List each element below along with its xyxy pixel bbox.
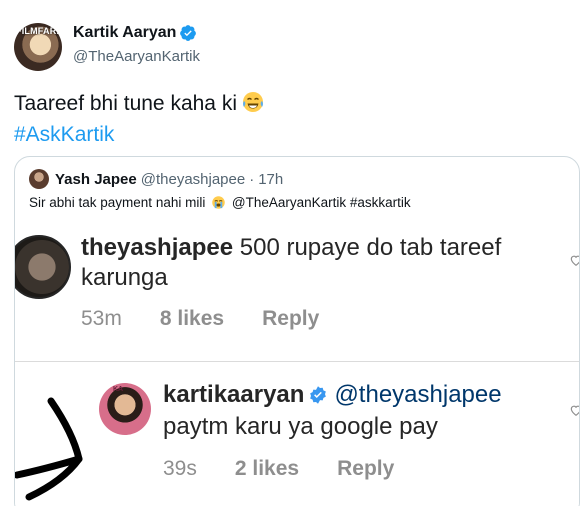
comment-2-mention: @theyashjapee [334, 381, 502, 408]
comment-2-time: 39s [163, 457, 197, 480]
instagram-verified-icon [310, 386, 327, 404]
comment-2-username: kartikaaryan [163, 381, 305, 408]
comment-2-likes: 2 likes [234, 457, 300, 480]
comment-2-meta: 39s 2 likes Reply [163, 457, 432, 481]
quoted-tweet-card[interactable]: Yash Japee @theyashjapee · 17h Sir abhi … [14, 156, 580, 506]
verified-badge-icon [180, 25, 197, 41]
quoted-text-before: Sir abhi tak payment nahi mili [29, 195, 206, 210]
comment-1-reply: Reply [262, 307, 320, 330]
commenter-avatar [15, 235, 71, 299]
author-display-name[interactable]: Kartik Aaryan [73, 24, 176, 42]
comment-2-reply: Reply [337, 457, 395, 480]
tweet-body: Taareef bhi tune kaha ki #AskKartik [14, 88, 265, 150]
hand-drawn-arrow-icon [15, 397, 83, 501]
author-avatar[interactable]: FILMFARE [14, 23, 62, 71]
loudly-crying-emoji-icon [212, 196, 225, 209]
comment-1-likes: 8 likes [159, 307, 225, 330]
quoted-tweet-header: Yash Japee @theyashjapee · 17h [29, 169, 283, 189]
kartik-instagram-avatar: KA [99, 383, 151, 435]
heart-outline-icon [570, 405, 579, 416]
author-handle[interactable]: @TheAaryanKartik [73, 48, 200, 65]
quoted-tweet-time[interactable]: 17h [258, 171, 283, 188]
comment-1-time: 53m [81, 307, 122, 330]
instagram-screenshot-image[interactable]: theyashjapee 500 rupaye do tab tareef ka… [15, 223, 579, 506]
comment-1-meta: 53m 8 likes Reply [81, 307, 357, 331]
tweet-header: FILMFARE Kartik Aaryan @TheAaryanKartik [14, 18, 574, 74]
comment-1-username: theyashjapee [81, 234, 234, 261]
comment-divider [15, 361, 579, 362]
author-name-row: Kartik Aaryan [73, 24, 197, 42]
separator-dot: · [249, 170, 255, 188]
avatar-label: KA [113, 386, 124, 393]
comment-1-text: theyashjapee 500 rupaye do tab tareef ka… [81, 233, 551, 293]
quoted-author-handle[interactable]: @theyashjapee [141, 171, 245, 188]
quoted-author-name[interactable]: Yash Japee [55, 171, 137, 188]
comment-2-text: kartikaaryan @theyashjapee paytm karu ya… [163, 379, 563, 443]
tweet-hashtag[interactable]: #AskKartik [14, 119, 265, 150]
quoted-author-avatar[interactable] [29, 169, 49, 189]
avatar-stamp: FILMFARE [16, 26, 62, 36]
quoted-text-after[interactable]: @TheAaryanKartik #askkartik [232, 195, 411, 210]
quoted-tweet-text: Sir abhi tak payment nahi mili @TheAarya… [29, 195, 411, 210]
tweet-text-line: Taareef bhi tune kaha ki [14, 88, 265, 119]
tears-of-joy-emoji-icon [242, 92, 263, 112]
comment-2-body: paytm karu ya google pay [163, 413, 438, 440]
tweet-text: Taareef bhi tune kaha ki [14, 92, 237, 115]
heart-outline-icon [570, 255, 579, 266]
